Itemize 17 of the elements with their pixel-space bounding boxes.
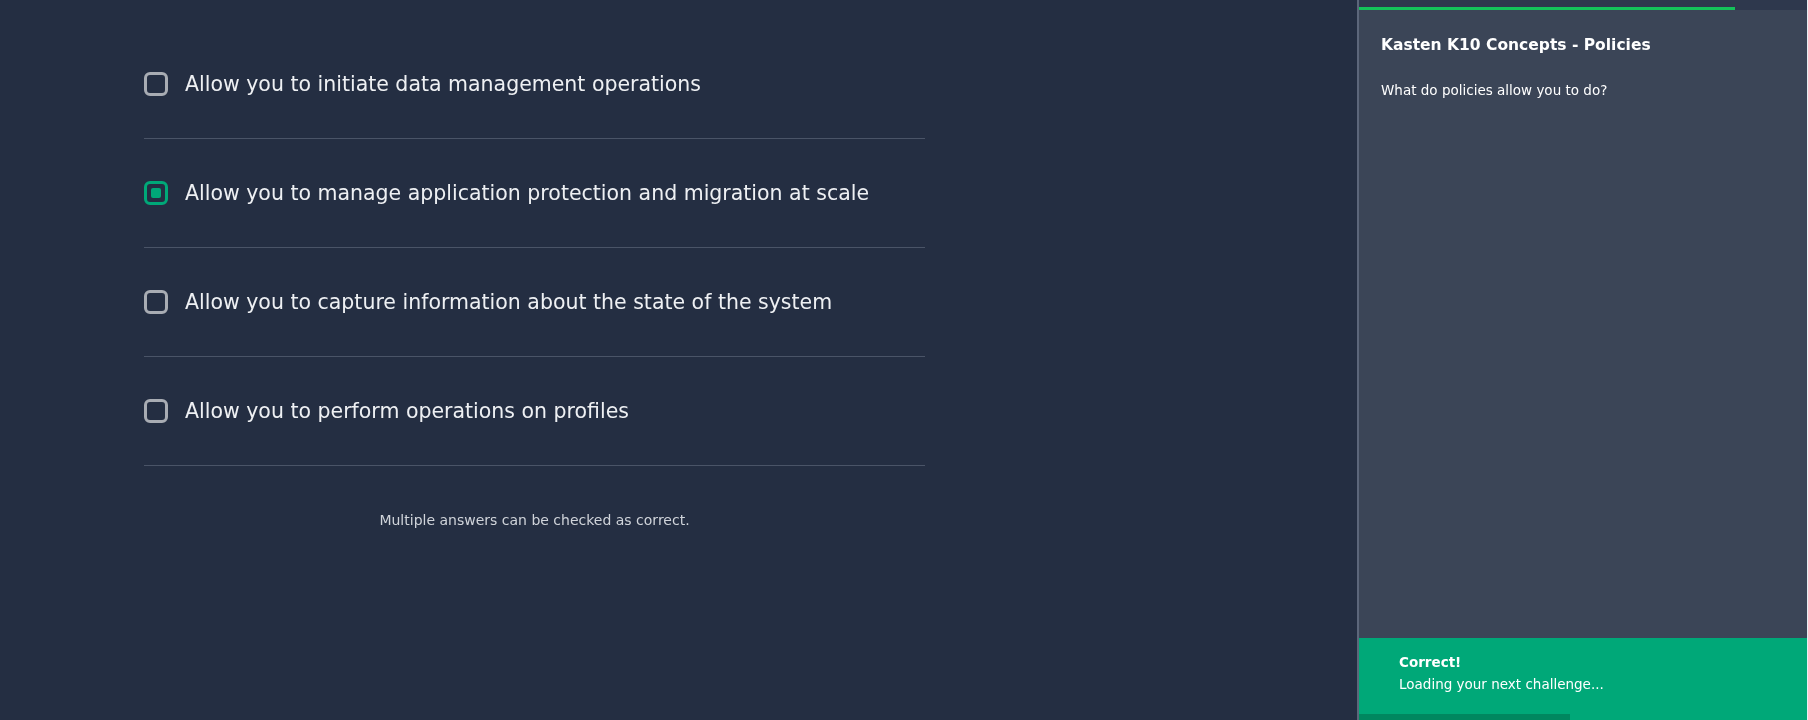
checkbox[interactable] bbox=[144, 399, 168, 423]
question-text: What do policies allow you to do? bbox=[1380, 81, 1609, 98]
answer-option[interactable]: Allow you to capture information about the state of the system bbox=[144, 248, 925, 357]
answer-label: Allow you to perform operations on profiles bbox=[185, 399, 629, 423]
hint-text: Multiple answers can be checked as correct. bbox=[378, 512, 691, 528]
answer-option[interactable]: Allow you to perform operations on profiles bbox=[144, 357, 925, 466]
answer-label: Allow you to initiate data management operations bbox=[185, 72, 701, 96]
challenge-title: Kasten K10 Concepts - Policies bbox=[1380, 35, 1652, 54]
checkbox[interactable] bbox=[144, 290, 168, 314]
answer-label: Allow you to manage application protection and migration at scale bbox=[185, 181, 870, 205]
feedback-title: Correct! bbox=[1399, 654, 1463, 670]
checkbox[interactable] bbox=[144, 72, 168, 96]
feedback-message: Loading your next challenge... bbox=[1399, 676, 1605, 692]
answer-option[interactable]: Allow you to manage application protection and migration at scale bbox=[144, 139, 925, 248]
checkbox[interactable] bbox=[144, 181, 168, 205]
answer-label: Allow you to capture information about the state of the system bbox=[185, 290, 833, 314]
answer-option[interactable]: Allow you to initiate data management operations bbox=[144, 30, 925, 139]
